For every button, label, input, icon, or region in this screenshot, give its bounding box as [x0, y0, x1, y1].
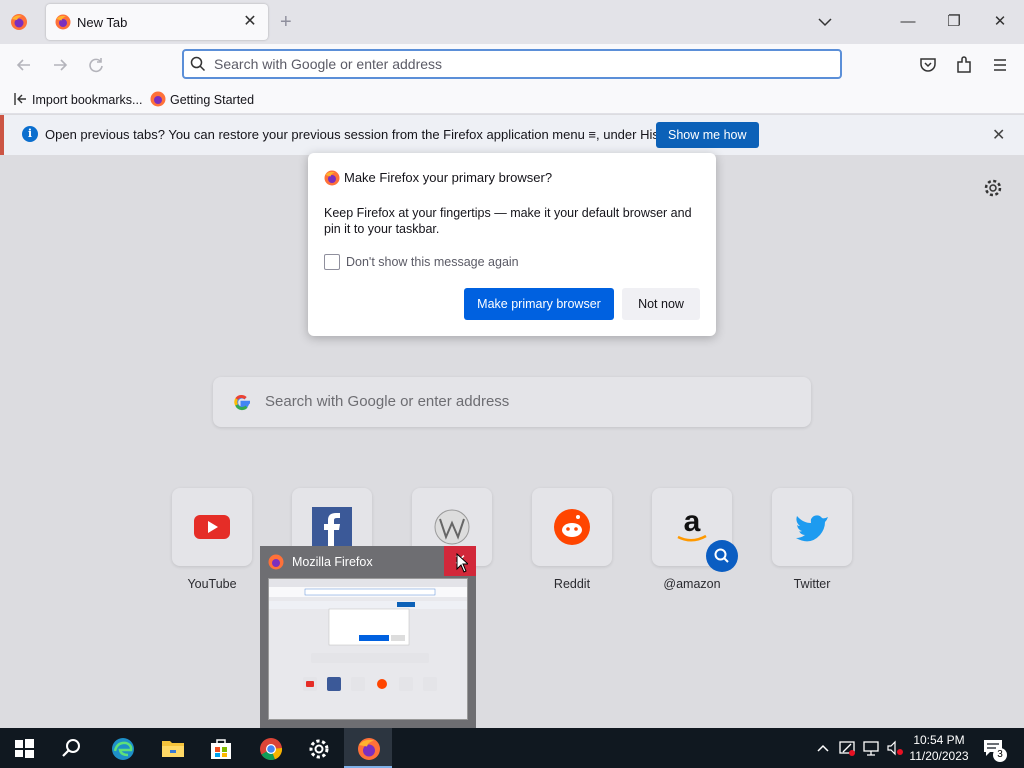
notification-message: Open previous tabs? You can restore your…: [45, 127, 684, 142]
menu-icon[interactable]: [989, 54, 1011, 76]
windows-taskbar: 10:54 PM 11/20/2023 3: [0, 728, 1024, 768]
session-restore-notification: i Open previous tabs? You can restore yo…: [0, 115, 1024, 155]
search-shortcut-icon: [706, 540, 738, 572]
top-site-amazon[interactable]: a @amazon: [652, 488, 738, 591]
top-site-reddit[interactable]: Reddit: [532, 488, 612, 591]
edge-icon: [112, 738, 134, 760]
top-site-label: Reddit: [553, 577, 591, 591]
google-icon: [234, 395, 250, 410]
tab-title: New Tab: [77, 15, 128, 30]
start-button[interactable]: [0, 728, 48, 768]
new-tab-search[interactable]: Search with Google or enter address: [213, 377, 811, 427]
tab-new-tab[interactable]: New Tab ✕: [46, 4, 268, 40]
top-site-label: YouTube: [187, 577, 237, 591]
facebook-icon: [312, 507, 352, 547]
security-icon[interactable]: [837, 738, 857, 758]
restore-button[interactable]: ❐: [944, 12, 964, 32]
dont-show-checkbox[interactable]: [324, 254, 340, 270]
search-icon: [190, 56, 206, 72]
taskbar-file-explorer[interactable]: [148, 728, 196, 768]
network-icon[interactable]: [861, 738, 881, 758]
extensions-icon[interactable]: [953, 54, 975, 76]
window-close-button[interactable]: ✕: [990, 12, 1010, 32]
firefox-icon: [268, 554, 284, 570]
notification-close-icon[interactable]: ✕: [992, 125, 1005, 145]
firefox-view-icon[interactable]: [10, 13, 28, 31]
bookmark-label: Import bookmarks...: [32, 93, 143, 107]
taskbar-settings[interactable]: [294, 728, 342, 768]
address-input[interactable]: [214, 54, 814, 74]
twitter-icon: [796, 515, 828, 542]
top-site-tile[interactable]: a: [652, 488, 738, 572]
bookmark-label: Getting Started: [170, 93, 255, 107]
top-site-label: Twitter: [793, 577, 831, 591]
dialog-title: Make Firefox your primary browser?: [344, 170, 553, 185]
chrome-icon: [260, 738, 283, 761]
top-site-tile[interactable]: [772, 488, 852, 566]
bookmark-import[interactable]: Import bookmarks...: [12, 91, 142, 109]
show-hidden-icons-chevron-icon[interactable]: [813, 738, 833, 758]
import-icon: [14, 93, 26, 105]
top-site-twitter[interactable]: Twitter: [772, 488, 852, 591]
search-icon: [62, 739, 80, 757]
volume-muted-icon[interactable]: [885, 738, 905, 758]
reload-icon[interactable]: [85, 54, 107, 76]
youtube-icon: [194, 515, 230, 539]
taskbar-clock[interactable]: 10:54 PM 11/20/2023: [906, 732, 972, 764]
window-miniature: [269, 579, 467, 691]
mouse-cursor-icon: [456, 553, 468, 573]
top-site-label: @amazon: [663, 577, 721, 591]
top-site-youtube[interactable]: YouTube: [172, 488, 252, 591]
taskbar-search-button[interactable]: [48, 728, 96, 768]
taskbar-microsoft-store[interactable]: [196, 728, 244, 768]
tab-close-icon[interactable]: ✕: [240, 12, 260, 32]
dont-show-label[interactable]: Don't show this message again: [346, 255, 519, 269]
minimize-button[interactable]: —: [898, 12, 918, 32]
settings-icon: [309, 739, 329, 759]
preview-screenshot[interactable]: [268, 578, 468, 720]
default-browser-dialog: Make Firefox your primary browser? Keep …: [308, 153, 716, 336]
dialog-body: Keep Firefox at your fingertips — make i…: [324, 206, 692, 236]
clock-date: 11/20/2023: [909, 749, 969, 763]
firefox-icon: [358, 738, 380, 760]
clock-time: 10:54 PM: [913, 733, 965, 747]
info-icon: i: [22, 126, 38, 142]
not-now-button[interactable]: Not now: [622, 288, 700, 320]
tab-strip: New Tab ✕ + — ❐ ✕: [0, 0, 1024, 44]
firefox-icon: [55, 14, 71, 30]
new-tab-button[interactable]: +: [280, 12, 292, 32]
wikipedia-icon: [434, 509, 470, 545]
top-site-tile[interactable]: [532, 488, 612, 566]
navigation-toolbar: [0, 44, 1024, 86]
file-explorer-icon: [162, 741, 184, 757]
make-primary-browser-button[interactable]: Make primary browser: [464, 288, 614, 320]
firefox-icon: [150, 91, 166, 107]
pocket-icon[interactable]: [917, 54, 939, 76]
taskbar-thumbnail-preview[interactable]: Mozilla Firefox ✕: [260, 546, 476, 728]
show-me-how-button[interactable]: Show me how: [656, 122, 759, 148]
preview-header: Mozilla Firefox ✕: [260, 546, 476, 576]
back-icon[interactable]: [13, 54, 35, 76]
preview-title: Mozilla Firefox: [292, 555, 373, 569]
top-site-tile[interactable]: [172, 488, 252, 566]
firefox-icon: [324, 170, 340, 186]
windows-start-icon: [15, 739, 34, 758]
gear-icon[interactable]: [982, 177, 1004, 199]
address-bar[interactable]: [182, 49, 842, 79]
taskbar-chrome[interactable]: [246, 728, 294, 768]
new-tab-search-placeholder: Search with Google or enter address: [265, 393, 510, 410]
taskbar-edge[interactable]: [98, 728, 146, 768]
notification-count-badge: 3: [993, 748, 1007, 762]
taskbar-firefox[interactable]: [344, 728, 392, 768]
svg-text:a: a: [684, 507, 701, 538]
microsoft-store-icon: [211, 739, 231, 759]
forward-icon[interactable]: [49, 54, 71, 76]
bookmarks-toolbar: Import bookmarks... Getting Started: [0, 86, 1024, 114]
bookmark-getting-started[interactable]: Getting Started: [150, 91, 254, 109]
chevron-down-icon[interactable]: [815, 12, 835, 32]
reddit-icon: [554, 509, 590, 545]
